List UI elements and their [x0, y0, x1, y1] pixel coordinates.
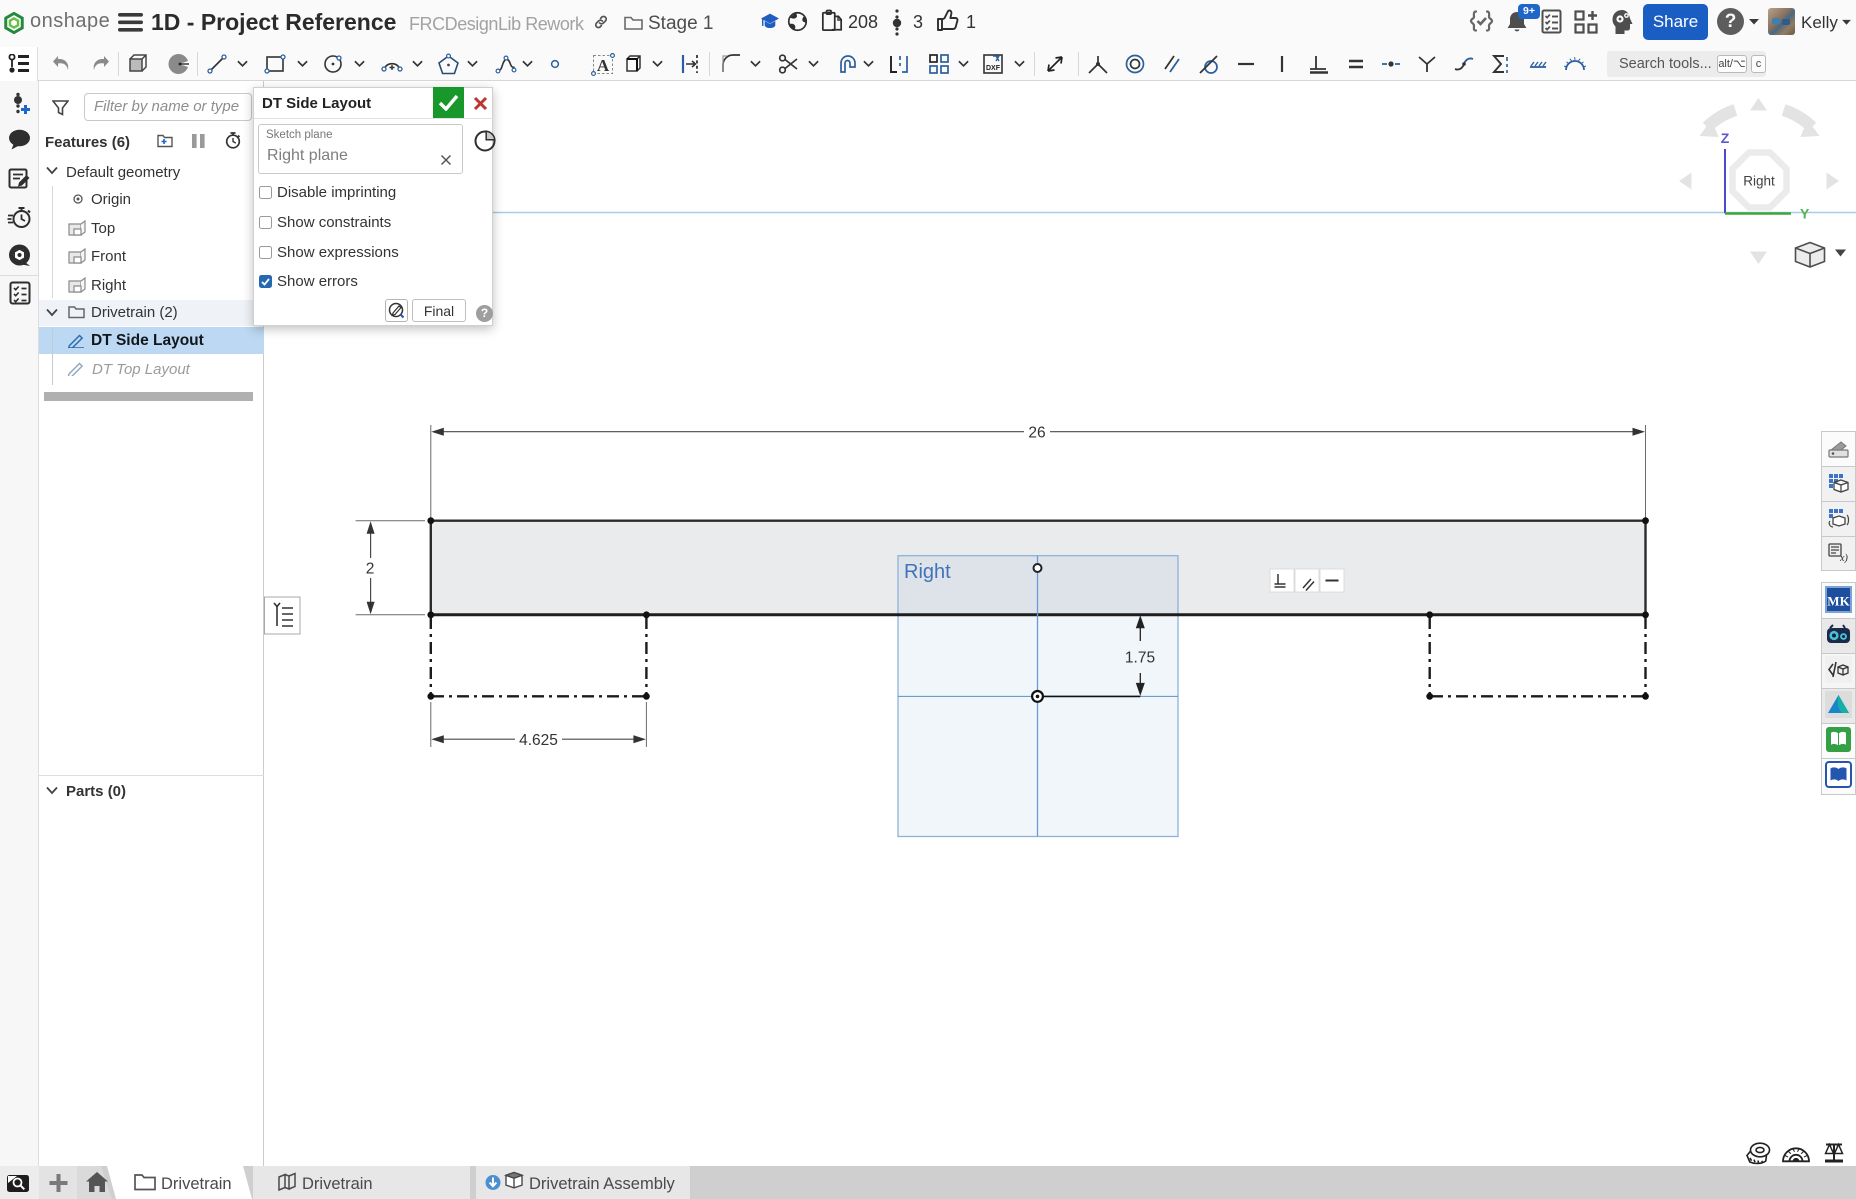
svg-text:A: A	[597, 56, 610, 75]
svg-text:26: 26	[1028, 425, 1045, 442]
svg-text:DXF: DXF	[986, 65, 1001, 72]
svg-text:Right: Right	[1743, 174, 1775, 189]
svg-text:Drivetrain: Drivetrain	[302, 1175, 373, 1193]
svg-text:Z: Z	[1721, 130, 1730, 146]
svg-text:4.625: 4.625	[519, 732, 558, 749]
svg-text:1.75: 1.75	[1125, 650, 1155, 667]
svg-text:x): x)	[1839, 553, 1848, 564]
svg-text:Y: Y	[1800, 206, 1810, 222]
svg-text:MK: MK	[1827, 594, 1850, 609]
svg-text:Drivetrain Assembly: Drivetrain Assembly	[529, 1175, 676, 1193]
svg-text:Right: Right	[904, 561, 951, 583]
svg-text:2: 2	[366, 561, 375, 578]
svg-text:Drivetrain: Drivetrain	[161, 1175, 232, 1193]
